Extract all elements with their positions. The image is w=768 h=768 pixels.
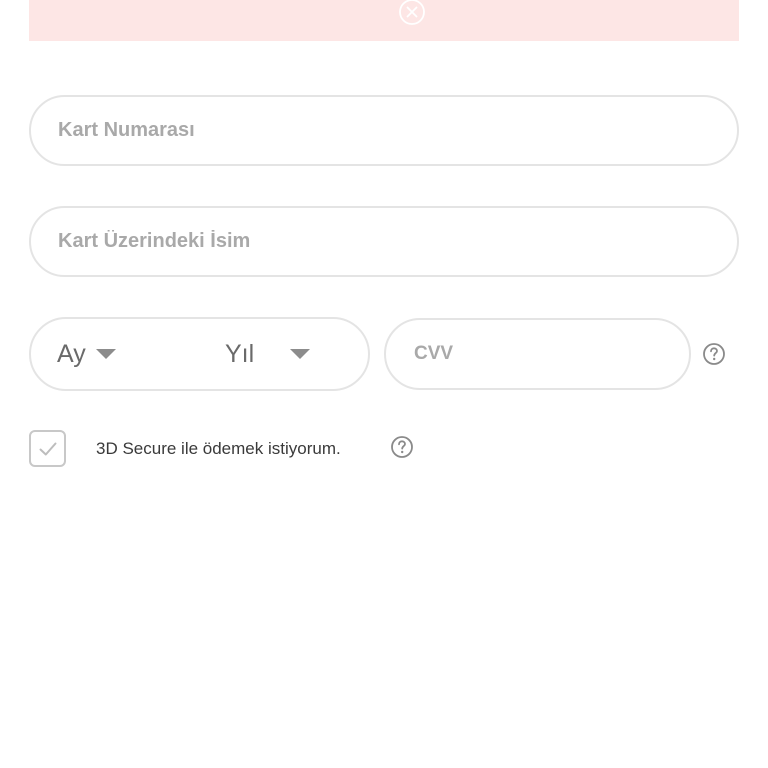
cvv-field-wrapper	[384, 318, 691, 390]
year-select[interactable]: Yıl	[225, 319, 345, 389]
check-icon	[39, 442, 56, 455]
secure-3d-help-icon[interactable]	[390, 435, 414, 459]
card-number-field-wrapper	[29, 95, 739, 166]
caret-down-icon	[290, 349, 311, 359]
alert-banner	[29, 0, 739, 41]
payment-page: Ay Yıl 3D Secure ile ödemek istiyorum.	[0, 0, 768, 768]
card-name-input[interactable]	[31, 208, 737, 275]
month-select-label: Ay	[57, 339, 86, 368]
expiry-date-group: Ay Yıl	[29, 317, 370, 391]
caret-down-icon	[95, 349, 116, 359]
card-name-field-wrapper	[29, 206, 739, 277]
month-select[interactable]: Ay	[57, 319, 207, 389]
year-select-label: Yıl	[225, 339, 255, 368]
close-circle-icon[interactable]	[398, 0, 426, 26]
cvv-help-icon[interactable]	[702, 342, 726, 366]
secure-3d-checkbox[interactable]	[29, 430, 66, 467]
card-number-input[interactable]	[31, 97, 737, 164]
secure-3d-label[interactable]: 3D Secure ile ödemek istiyorum.	[96, 439, 341, 459]
cvv-input[interactable]	[386, 320, 689, 388]
